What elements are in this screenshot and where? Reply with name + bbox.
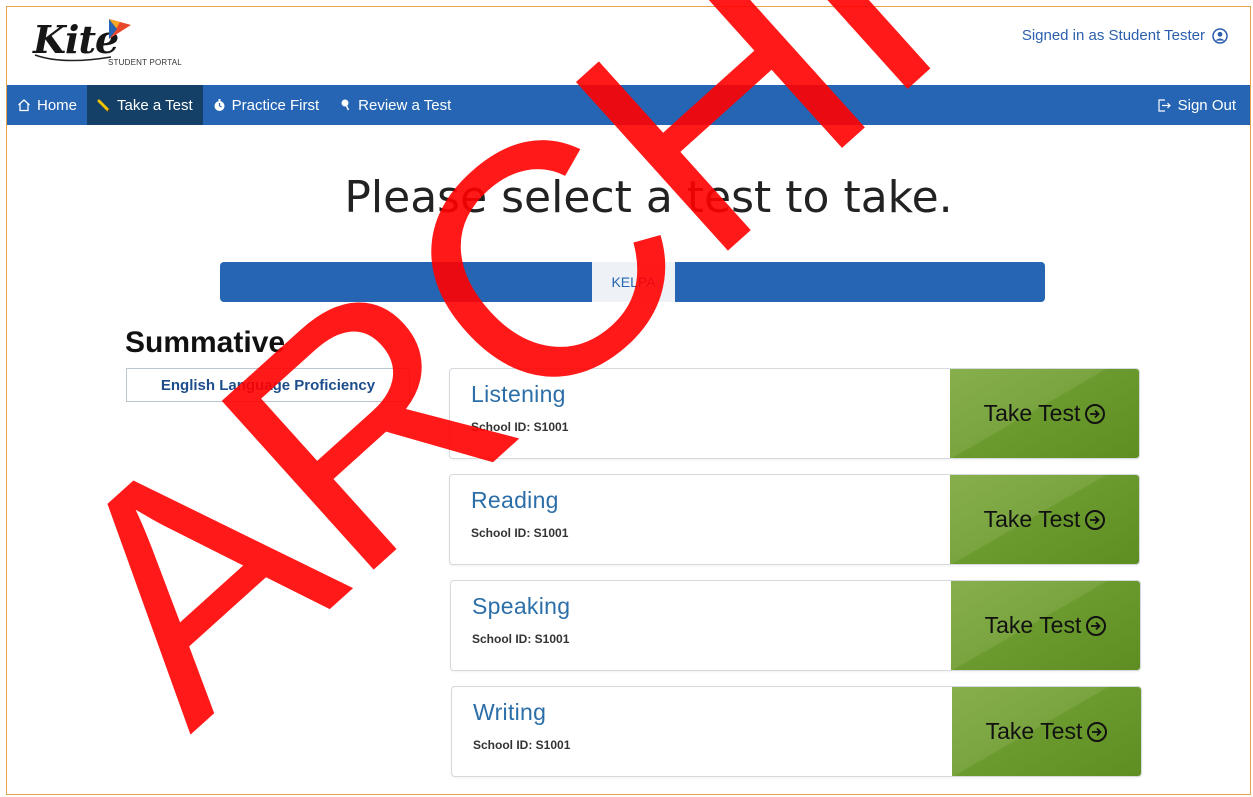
take-test-button[interactable]: Take Test [951,581,1140,670]
test-name: Speaking [472,593,571,619]
user-circle-icon [1212,27,1228,44]
test-name: Writing [473,699,547,725]
test-name: Listening [471,381,566,407]
test-card-writing: Writing School ID: S1001 Take Test [451,686,1142,777]
nav-review-test[interactable]: Review a Test [329,85,461,125]
take-test-button[interactable]: Take Test [952,687,1141,776]
nav-practice-first[interactable]: Practice First [203,85,330,125]
school-id: School ID: S1001 [471,420,569,434]
kite-icon [109,19,131,39]
nav-take-test-label: Take a Test [117,96,193,114]
logo-subtitle: STUDENT PORTAL [108,58,182,67]
logo-swoosh [34,54,112,62]
test-program-tabs: KELPA [220,262,1045,302]
nav-practice-label: Practice First [231,96,320,114]
signed-in-status[interactable]: Signed in as Student Tester [1022,27,1228,44]
stopwatch-icon [214,99,225,111]
test-card-listening: Listening School ID: S1001 Take Test [449,368,1140,459]
school-id: School ID: S1001 [471,526,569,540]
app-frame: Kite STUDENT PORTAL Signed in as Student… [6,6,1251,795]
magnifier-icon [341,99,350,111]
take-test-label: Take Test [985,718,1083,744]
arrow-right-circle-icon [1085,403,1106,424]
take-test-label: Take Test [983,506,1081,532]
nav-home[interactable]: Home [7,85,87,125]
home-icon [18,99,30,112]
arrow-right-circle-icon [1086,615,1107,636]
test-card-speaking: Speaking School ID: S1001 Take Test [450,580,1141,671]
category-filter-english-language-proficiency[interactable]: English Language Proficiency [126,368,410,402]
section-title: Summative [125,326,286,359]
sign-out-icon [1158,98,1171,112]
test-card-reading: Reading School ID: S1001 Take Test [449,474,1140,565]
school-id: School ID: S1001 [473,738,571,752]
tab-kelpa[interactable]: KELPA [592,262,675,302]
sign-out-button[interactable]: Sign Out [1148,85,1250,125]
page-title: Please select a test to take. [344,172,953,223]
nav-home-label: Home [37,96,78,114]
sign-out-label: Sign Out [1177,96,1236,114]
header: Kite STUDENT PORTAL Signed in as Student… [7,7,1250,85]
take-test-label: Take Test [983,400,1081,426]
take-test-label: Take Test [984,612,1082,638]
school-id: School ID: S1001 [472,632,570,646]
nav-take-test[interactable]: Take a Test [87,85,203,125]
nav-review-label: Review a Test [358,96,452,114]
signed-in-label: Signed in as Student Tester [1021,27,1205,44]
arrow-right-circle-icon [1087,721,1108,742]
take-test-button[interactable]: Take Test [950,369,1139,458]
arrow-right-circle-icon [1085,509,1106,530]
pencil-icon [97,99,111,112]
take-test-button[interactable]: Take Test [950,475,1139,564]
test-name: Reading [471,487,559,513]
main-nav: Home Take a Test Practice First Review a… [7,85,1250,125]
